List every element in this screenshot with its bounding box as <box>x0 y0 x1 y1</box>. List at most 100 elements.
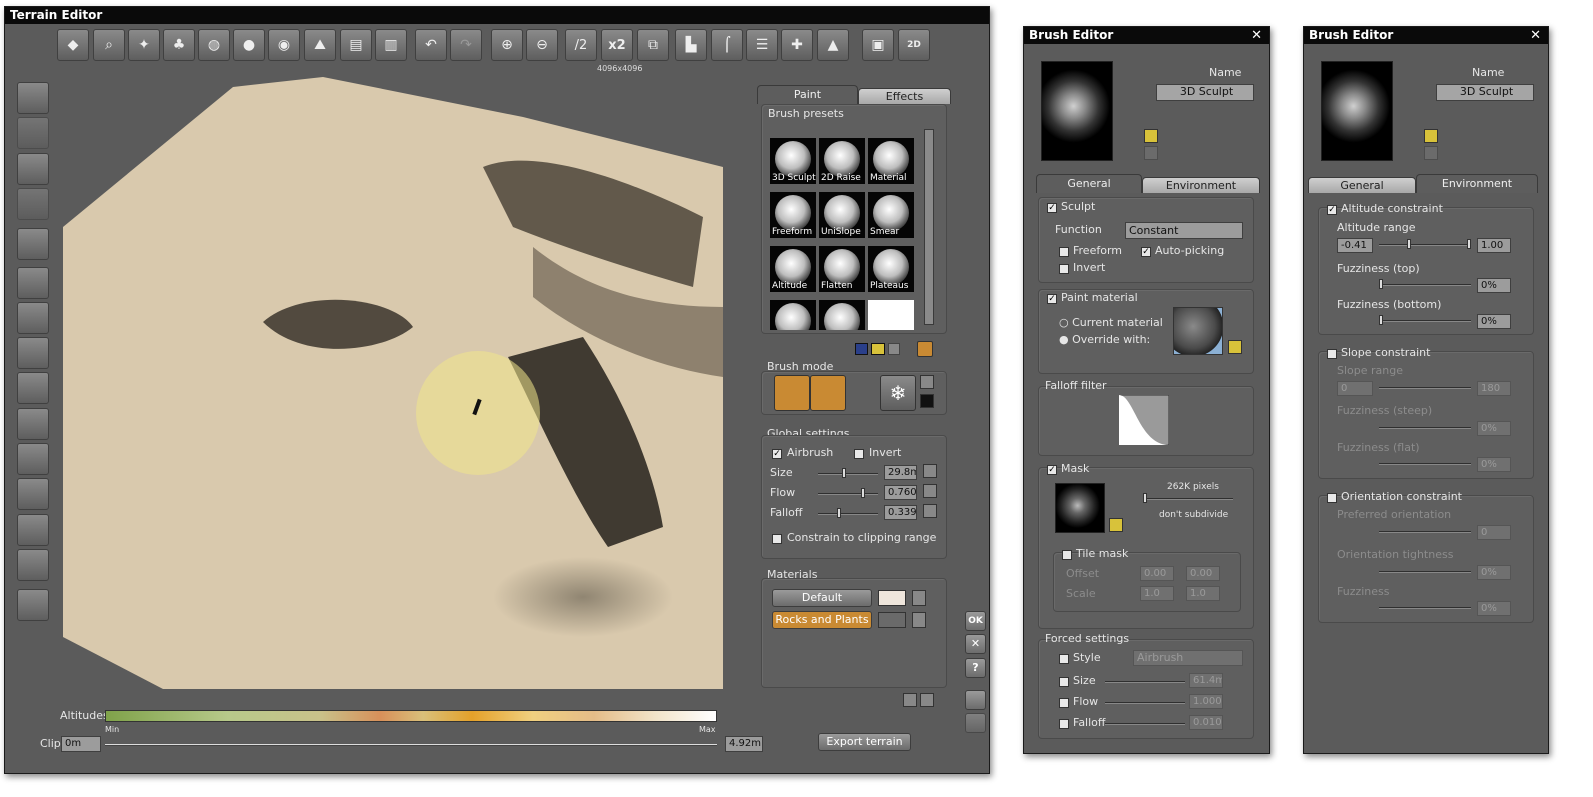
mountain-1-icon[interactable] <box>17 267 49 299</box>
terrain-view-icon[interactable]: ⛰ <box>304 29 336 61</box>
fuzz-steep-slider[interactable] <box>1379 427 1471 429</box>
zoom-out-icon[interactable]: ⊖ <box>526 29 558 61</box>
frame-icon[interactable]: ▣ <box>862 29 894 61</box>
material-rocks-button[interactable]: Rocks and Plants <box>772 611 872 629</box>
strata-icon[interactable]: ☰ <box>746 29 778 61</box>
material-default-button[interactable]: Default <box>772 589 872 607</box>
export-terrain-button[interactable]: Export terrain <box>818 733 911 751</box>
material-default-lock-icon[interactable] <box>912 590 926 606</box>
altitude-range-min-knob[interactable] <box>1407 239 1411 249</box>
forced-flow-checkbox[interactable] <box>1059 698 1069 708</box>
fuzz-steep-field[interactable]: 0% <box>1477 421 1511 436</box>
preset-3d-sculpt[interactable]: 3D Sculpt <box>770 138 816 184</box>
terrain-viewport[interactable] <box>63 77 723 689</box>
sculpt-mode-button[interactable] <box>774 375 810 411</box>
name-field[interactable]: 3D Sculpt <box>1436 84 1534 101</box>
autopicking-checkbox[interactable]: ✓ <box>1141 247 1151 257</box>
mask-checkbox[interactable]: ✓ <box>1047 465 1057 475</box>
material-add-icon[interactable] <box>903 693 917 707</box>
ok-button[interactable]: OK <box>965 611 986 631</box>
crop-icon[interactable]: ⧉ <box>637 29 669 61</box>
scale-x-field[interactable]: 1.0 <box>1140 586 1174 601</box>
globe-icon[interactable]: ◍ <box>198 29 230 61</box>
histogram-icon[interactable]: ▙ <box>675 29 707 61</box>
fuzziness-slider[interactable] <box>1379 607 1471 609</box>
fuzz-top-knob[interactable] <box>1379 279 1383 289</box>
add-effect-icon[interactable]: ✚ <box>781 29 813 61</box>
orient-tightness-field[interactable]: 0% <box>1477 565 1511 580</box>
trees-icon[interactable]: ♣ <box>163 29 195 61</box>
preset-altitude[interactable]: Altitude <box>770 246 816 292</box>
flow-slider-knob[interactable] <box>861 488 865 498</box>
planet-icon[interactable]: ◉ <box>268 29 300 61</box>
constrain-checkbox[interactable] <box>772 534 782 544</box>
zoom-in-icon[interactable]: ⊕ <box>491 29 523 61</box>
style-select[interactable]: Airbrush <box>1133 650 1243 666</box>
dunes-icon[interactable] <box>17 478 49 510</box>
half-resolution-button[interactable]: /2 <box>565 29 597 61</box>
invert-checkbox[interactable] <box>1059 264 1069 274</box>
preset-freeform[interactable]: Freeform <box>770 192 816 238</box>
forced-flow-slider[interactable] <box>1105 702 1185 704</box>
canyon-icon[interactable] <box>17 372 49 404</box>
tab-general[interactable]: General <box>1036 174 1142 193</box>
material-delete-icon[interactable] <box>920 693 934 707</box>
paint-mode-button[interactable] <box>810 375 846 411</box>
tab-environment[interactable]: Environment <box>1416 174 1538 193</box>
clip-slider[interactable] <box>105 744 717 746</box>
brush-delete-icon[interactable] <box>1144 146 1158 160</box>
fuzz-flat-field[interactable]: 0% <box>1477 457 1511 472</box>
flow-pick-icon[interactable] <box>923 484 937 498</box>
preset-settings-icon[interactable] <box>917 341 933 357</box>
paste-icon[interactable]: ▥ <box>375 29 407 61</box>
freeze-fill-icon[interactable] <box>920 394 934 408</box>
material-rocks-lock-icon[interactable] <box>912 612 926 628</box>
slope-constraint-checkbox[interactable] <box>1327 349 1337 359</box>
preset-extra-1[interactable] <box>770 300 816 330</box>
close-icon[interactable]: ✕ <box>1251 27 1262 44</box>
altitude-min-field[interactable]: -0.41 <box>1337 238 1373 253</box>
size-field[interactable]: 29.8m <box>884 465 917 480</box>
clip-min-field[interactable]: 0m <box>61 736 101 752</box>
new-doc-icon[interactable] <box>965 690 986 710</box>
cancel-button[interactable]: ✕ <box>965 634 986 654</box>
zoom-fit-icon[interactable]: ⌕ <box>93 29 125 61</box>
material-rocks-swatch[interactable] <box>878 612 906 628</box>
preset-extra-2[interactable] <box>819 300 865 330</box>
double-resolution-button[interactable]: x2 <box>601 29 633 61</box>
fuzz-flat-slider[interactable] <box>1379 463 1471 465</box>
fuzziness-field[interactable]: 0% <box>1477 601 1511 616</box>
copy-icon[interactable]: ▤ <box>340 29 372 61</box>
brush-load-icon[interactable] <box>1144 129 1158 143</box>
redo-icon[interactable]: ↷ <box>450 29 482 61</box>
falloff-pick-icon[interactable] <box>923 504 937 518</box>
forced-falloff-field[interactable]: 0.010 <box>1189 715 1223 730</box>
falloff-curve[interactable] <box>1119 395 1169 445</box>
slope-min-field[interactable]: 0 <box>1337 381 1373 396</box>
preset-load-icon[interactable] <box>871 343 885 355</box>
altitude-max-field[interactable]: 1.00 <box>1477 238 1511 253</box>
falloff-field[interactable]: 0.339 <box>884 505 917 520</box>
fuzz-bottom-slider[interactable] <box>1379 315 1471 325</box>
freeform-checkbox[interactable] <box>1059 247 1069 257</box>
function-select[interactable]: Constant <box>1125 222 1243 239</box>
sculpt-checkbox[interactable]: ✓ <box>1047 203 1057 213</box>
fuzz-bottom-knob[interactable] <box>1379 315 1383 325</box>
view-2d-icon[interactable]: 2D <box>898 29 930 61</box>
portrait-icon[interactable] <box>17 549 49 581</box>
preset-plateaus[interactable]: Plateaus <box>868 246 914 292</box>
preset-flatten[interactable]: Flatten <box>819 246 865 292</box>
help-button[interactable]: ? <box>965 658 986 678</box>
crater-icon[interactable] <box>17 514 49 546</box>
paint-material-checkbox[interactable]: ✓ <box>1047 294 1057 304</box>
forced-falloff-slider[interactable] <box>1105 723 1185 725</box>
offset-y-field[interactable]: 0.00 <box>1186 566 1220 581</box>
pref-orientation-slider[interactable] <box>1379 531 1471 533</box>
freeze-clear-icon[interactable] <box>920 375 934 389</box>
peak-icon[interactable] <box>17 228 49 260</box>
pref-orientation-field[interactable]: 0 <box>1477 525 1511 540</box>
freeze-icon[interactable]: ❄ <box>880 375 916 411</box>
close-icon[interactable]: ✕ <box>1530 27 1541 44</box>
tile-mask-checkbox[interactable] <box>1062 550 1072 560</box>
flow-slider[interactable] <box>818 488 878 498</box>
